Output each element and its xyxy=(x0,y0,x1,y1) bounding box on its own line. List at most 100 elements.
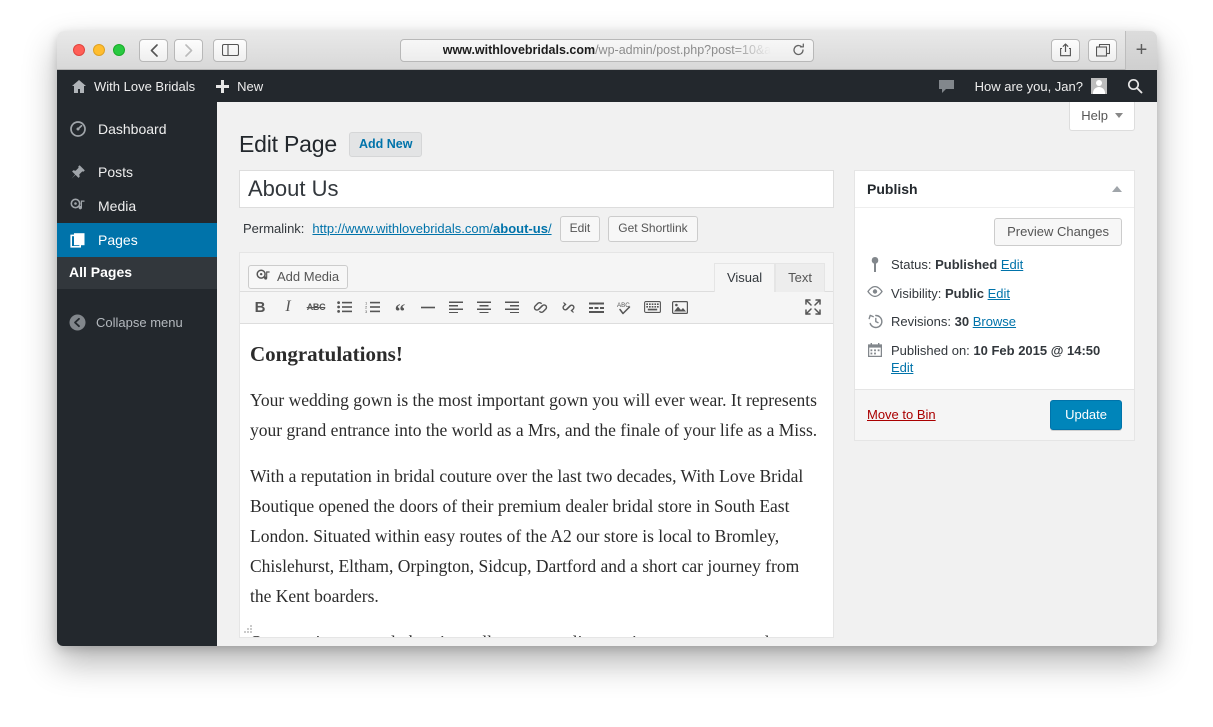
share-button[interactable] xyxy=(1051,38,1080,62)
revisions-browse-link[interactable]: Browse xyxy=(973,314,1016,329)
post-content: Congratulations! Your wedding gown is th… xyxy=(250,342,823,637)
status-value: Published xyxy=(935,257,998,272)
editor-container: Add Media Visual Text B I ABC 1 2 3 “ AB… xyxy=(239,251,834,638)
published-on-label: Published on: xyxy=(891,342,970,358)
status-edit-link[interactable]: Edit xyxy=(1001,257,1023,272)
admin-bar-search[interactable] xyxy=(1117,70,1153,102)
help-tab-button[interactable]: Help xyxy=(1069,102,1135,131)
sidebar-item-posts[interactable]: Posts xyxy=(57,155,217,189)
sidebar-item-label: Posts xyxy=(98,164,134,180)
editor-content-area[interactable]: Congratulations! Your wedding gown is th… xyxy=(240,323,833,637)
sidebar-toggle-button[interactable] xyxy=(213,38,247,62)
chevron-up-icon[interactable] xyxy=(1112,186,1122,192)
pin-marker-icon xyxy=(867,256,883,272)
dashboard-icon xyxy=(69,121,87,137)
horizontal-rule-icon[interactable] xyxy=(414,294,442,320)
content-paragraph: Your wedding gown is the most important … xyxy=(250,389,818,440)
avatar xyxy=(1091,78,1107,94)
collapse-menu-button[interactable]: Collapse menu xyxy=(57,305,217,339)
close-window-button[interactable] xyxy=(73,44,85,56)
tab-visual[interactable]: Visual xyxy=(713,262,776,292)
sidebar-item-media[interactable]: Media xyxy=(57,189,217,223)
permalink-link[interactable]: http://www.withlovebridals.com/about-us/ xyxy=(312,221,551,236)
add-media-icon xyxy=(256,269,271,284)
admin-bar-my-account[interactable]: How are you, Jan? xyxy=(965,78,1117,94)
editor-mode-tabs: Visual Text xyxy=(713,262,825,292)
maximize-window-button[interactable] xyxy=(113,44,125,56)
back-button[interactable] xyxy=(139,38,168,62)
keyboard-shortcuts-icon[interactable] xyxy=(638,294,666,320)
editor-resize-handle[interactable] xyxy=(242,624,253,635)
minimize-window-button[interactable] xyxy=(93,44,105,56)
add-media-button[interactable]: Add Media xyxy=(248,264,349,289)
window-controls xyxy=(73,44,125,56)
admin-sidebar: Dashboard Posts Media Pages All Pages Co… xyxy=(57,102,217,646)
visibility-label: Visibility: xyxy=(891,285,942,301)
spellcheck-icon[interactable]: ABC xyxy=(610,294,638,320)
tab-text[interactable]: Text xyxy=(775,262,825,292)
plus-icon xyxy=(215,79,230,94)
pages-icon xyxy=(69,232,87,248)
permalink-label: Permalink: xyxy=(243,221,305,237)
preview-changes-button[interactable]: Preview Changes xyxy=(994,218,1122,246)
read-more-tag-icon[interactable] xyxy=(582,294,610,320)
comment-bubble-icon xyxy=(938,79,955,94)
unlink-icon[interactable] xyxy=(554,294,582,320)
admin-bar-site-name[interactable]: With Love Bridals xyxy=(61,70,205,102)
sidebar-item-pages[interactable]: Pages xyxy=(57,223,217,257)
italic-icon[interactable]: I xyxy=(274,294,302,320)
move-to-bin-link[interactable]: Move to Bin xyxy=(867,407,936,422)
insert-link-icon[interactable] xyxy=(526,294,554,320)
browser-window: www.withlovebridals.com/wp-admin/post.ph… xyxy=(57,31,1157,646)
fullscreen-icon[interactable] xyxy=(799,294,827,320)
home-icon xyxy=(71,79,87,94)
url-path: /wp-admin/post.php?post=10&a xyxy=(595,43,772,57)
eye-icon xyxy=(867,285,883,297)
strikethrough-icon[interactable]: ABC xyxy=(302,294,330,320)
publish-date-row: Published on: 10 Feb 2015 @ 14:50 Edit xyxy=(867,342,1122,377)
sidebar-subitem-all-pages[interactable]: All Pages xyxy=(57,257,217,289)
insert-image-icon[interactable] xyxy=(666,294,694,320)
bold-icon[interactable]: B xyxy=(246,294,274,320)
permalink-row: Permalink: http://www.withlovebridals.co… xyxy=(243,216,834,242)
add-media-label: Add Media xyxy=(277,268,340,284)
new-tab-button[interactable]: + xyxy=(1125,31,1157,70)
admin-bar-comments[interactable] xyxy=(928,70,965,102)
sidebar-item-label: Pages xyxy=(98,232,138,248)
calendar-icon xyxy=(867,342,883,357)
url-text: www.withlovebridals.com/wp-admin/post.ph… xyxy=(443,43,772,57)
reload-icon[interactable] xyxy=(792,43,805,57)
update-button[interactable]: Update xyxy=(1050,399,1122,430)
page-header: Edit Page Add New xyxy=(239,131,1135,158)
bulleted-list-icon[interactable] xyxy=(330,294,358,320)
numbered-list-icon[interactable]: 123 xyxy=(358,294,386,320)
editor-columns: About Us Permalink: http://www.withloveb… xyxy=(239,170,1135,638)
publish-box-title: Publish xyxy=(867,181,918,197)
show-all-tabs-button[interactable] xyxy=(1088,38,1117,62)
get-shortlink-button[interactable]: Get Shortlink xyxy=(608,216,698,242)
forward-button[interactable] xyxy=(174,38,203,62)
content-heading: Congratulations! xyxy=(250,341,403,366)
visibility-value: Public xyxy=(944,285,984,301)
editor-side-column: Publish Preview Changes Status: Publishe… xyxy=(854,170,1135,638)
editor-toolbar: B I ABC 123 “ ABC xyxy=(240,290,833,324)
align-left-icon[interactable] xyxy=(442,294,470,320)
publish-revisions-row: Revisions: 30 Browse xyxy=(867,313,1122,331)
visibility-edit-link[interactable]: Edit xyxy=(988,286,1010,301)
align-center-icon[interactable] xyxy=(470,294,498,320)
new-label: New xyxy=(237,78,264,94)
chevron-down-icon xyxy=(1115,113,1123,118)
permalink-slug: about-us xyxy=(493,221,548,237)
admin-bar-new-content[interactable]: New xyxy=(205,70,273,102)
edit-slug-button[interactable]: Edit xyxy=(559,216,601,242)
publish-box-footer: Move to Bin Update xyxy=(855,388,1134,440)
sidebar-item-label: Media xyxy=(98,198,137,214)
sidebar-item-dashboard[interactable]: Dashboard xyxy=(57,112,217,146)
published-date-edit-link[interactable]: Edit xyxy=(891,360,913,375)
address-bar[interactable]: www.withlovebridals.com/wp-admin/post.ph… xyxy=(400,38,814,62)
align-right-icon[interactable] xyxy=(498,294,526,320)
post-title-input[interactable]: About Us xyxy=(239,170,834,208)
publish-visibility-row: Visibility: Public Edit xyxy=(867,285,1122,303)
blockquote-icon[interactable]: “ xyxy=(386,294,414,322)
add-new-button[interactable]: Add New xyxy=(348,132,423,157)
